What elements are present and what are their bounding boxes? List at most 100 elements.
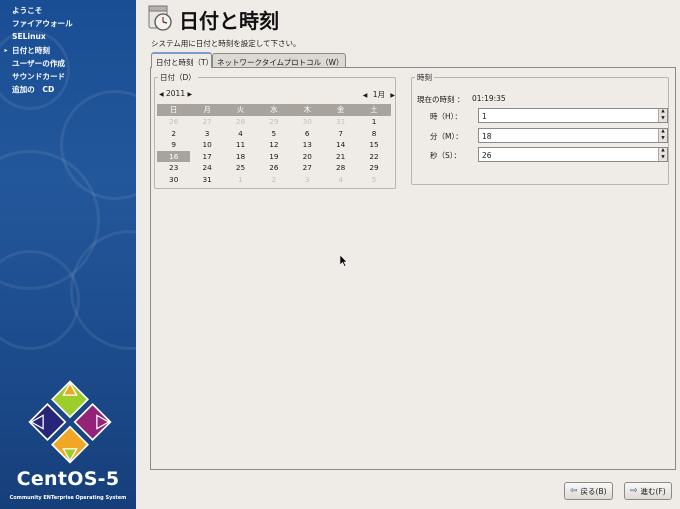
calendar-week-row: 30 31 1 2 3 4 5 bbox=[157, 174, 391, 186]
calendar-day[interactable]: 2 bbox=[157, 129, 190, 138]
calendar-day[interactable]: 21 bbox=[324, 152, 357, 161]
time-frame: 時刻 現在の時刻 ： 01:19:35 時（H）： 1 ▲ ▼ 分（M）： 18 … bbox=[411, 72, 669, 185]
weekday-label: 土 bbox=[370, 105, 378, 114]
sidebar-step-label: ファイアウォール bbox=[12, 19, 73, 29]
hour-spinbutton[interactable]: 1 ▲ ▼ bbox=[478, 108, 668, 123]
calendar-year: 2011 bbox=[166, 89, 186, 98]
minute-spinbutton[interactable]: 18 ▲ ▼ bbox=[478, 128, 668, 143]
sidebar-step: ファイアウォール bbox=[0, 17, 136, 30]
sidebar-step: ユーザーの作成 bbox=[0, 57, 136, 70]
minute-label: 分（M）： bbox=[430, 132, 463, 141]
calendar-day[interactable]: 4 bbox=[224, 129, 257, 138]
centos-logo-icon bbox=[28, 380, 112, 464]
calendar-day[interactable]: 31 bbox=[190, 175, 223, 184]
calendar-day[interactable]: 19 bbox=[257, 152, 290, 161]
prev-month-icon[interactable]: ◀ bbox=[363, 92, 368, 99]
calendar-day[interactable]: 27 bbox=[291, 163, 324, 172]
spin-down-icon[interactable]: ▼ bbox=[659, 155, 667, 162]
back-button[interactable]: ⇦ 戻る(B) bbox=[564, 482, 613, 500]
calendar-week-row: 2345678 bbox=[157, 128, 391, 140]
calendar-day[interactable]: 24 bbox=[190, 163, 223, 172]
sidebar-step: ようこそ bbox=[0, 4, 136, 17]
calendar-day[interactable]: 5 bbox=[257, 129, 290, 138]
weekday-label: 月 bbox=[203, 105, 211, 114]
sidebar-step-label: 日付と時刻 bbox=[12, 45, 50, 55]
step-list: ようこそファイアウォール SELinux ▸ 日付と時刻ユーザーの作成 サウンドカード追… bbox=[0, 4, 136, 96]
calendar-day[interactable]: 4 bbox=[324, 175, 357, 184]
tab-panel: 日付（D） ◀ 2011 ▶ ◀ 1月 ▶ 日月火水木金土 26 27 28 29 30 3… bbox=[150, 67, 676, 470]
sidebar-step: SELinux bbox=[0, 30, 136, 43]
next-button-label: 進む(F) bbox=[640, 486, 666, 496]
calendar-day-selected[interactable]: 16 bbox=[157, 150, 191, 162]
tab-date-time[interactable]: 日付と時刻（T） bbox=[151, 52, 213, 68]
page-description: システム用に日付と時刻を設定して下さい。 bbox=[151, 39, 301, 48]
calendar-day[interactable]: 3 bbox=[190, 129, 223, 138]
weekday-header-row: 日月火水木金土 bbox=[157, 104, 391, 116]
calendar-day[interactable]: 22 bbox=[357, 152, 390, 161]
calendar-day[interactable]: 28 bbox=[324, 163, 357, 172]
sidebar-step: 追加の CD bbox=[0, 83, 136, 96]
calendar-header: ◀ 2011 ▶ ◀ 1月 ▶ bbox=[159, 89, 395, 101]
calendar-day[interactable]: 12 bbox=[257, 140, 290, 149]
calendar-day[interactable]: 30 bbox=[157, 175, 190, 184]
weekday-label: 日 bbox=[170, 105, 178, 114]
calendar-day[interactable]: 7 bbox=[324, 129, 357, 138]
calendar-day[interactable]: 29 bbox=[357, 163, 390, 172]
spin-down-icon[interactable]: ▼ bbox=[659, 116, 667, 123]
calendar-day[interactable]: 26 bbox=[157, 117, 190, 126]
calendar-day[interactable]: 1 bbox=[357, 117, 390, 126]
sidebar-step: ▸ 日付と時刻 bbox=[0, 44, 136, 57]
calendar-day[interactable]: 17 bbox=[190, 152, 223, 161]
calendar-day[interactable]: 10 bbox=[190, 140, 223, 149]
arrow-left-icon: ⇦ bbox=[570, 486, 578, 496]
firstboot-sidebar: ようこそファイアウォール SELinux ▸ 日付と時刻ユーザーの作成 サウンドカード追… bbox=[0, 0, 136, 509]
second-spinbutton[interactable]: 26 ▲ ▼ bbox=[478, 147, 668, 162]
next-year-icon[interactable]: ▶ bbox=[188, 91, 193, 98]
next-button[interactable]: ⇨ 進む(F) bbox=[624, 482, 672, 500]
calendar-day[interactable]: 27 bbox=[190, 117, 223, 126]
calendar-day[interactable]: 26 bbox=[257, 163, 290, 172]
logo-wordmark: CentOS-5 bbox=[16, 468, 120, 490]
calendar-day[interactable]: 28 bbox=[224, 117, 257, 126]
calendar-week-row: 26 27 28 29 30 31 1 bbox=[157, 116, 391, 128]
page-title: 日付と時刻 bbox=[179, 9, 279, 33]
calendar-day[interactable]: 1 bbox=[224, 175, 257, 184]
weekday-label: 金 bbox=[337, 105, 345, 114]
calendar-day[interactable]: 13 bbox=[291, 140, 324, 149]
calendar-day[interactable]: 9 bbox=[157, 140, 190, 149]
calendar-day[interactable]: 25 bbox=[224, 163, 257, 172]
second-label: 秒（S）： bbox=[430, 151, 462, 160]
sidebar-step-label: 追加の CD bbox=[12, 85, 55, 95]
calendar-day[interactable]: 5 bbox=[357, 175, 390, 184]
calendar-day[interactable]: 6 bbox=[291, 129, 324, 138]
back-button-label: 戻る(B) bbox=[580, 486, 607, 496]
calendar-day[interactable]: 23 bbox=[157, 163, 190, 172]
hour-value: 1 bbox=[482, 112, 487, 121]
calendar-day[interactable]: 11 bbox=[224, 140, 257, 149]
arrow-right-icon: ⇨ bbox=[630, 486, 638, 496]
calendar-day[interactable]: 20 bbox=[291, 152, 324, 161]
next-month-icon[interactable]: ▶ bbox=[390, 92, 395, 99]
calendar-day[interactable]: 14 bbox=[324, 140, 357, 149]
calendar-grid[interactable]: 日月火水木金土 26 27 28 29 30 31 1 2 3 4 5 6 7 8 9 10 11 12 13 14 15… bbox=[157, 104, 391, 185]
tab-ntp[interactable]: ネットワークタイムプロトコル（W） bbox=[212, 53, 346, 68]
current-step-arrow-icon: ▸ bbox=[4, 46, 8, 54]
logo-tagline: Community ENTerprise Operating System bbox=[9, 495, 127, 501]
weekday-label: 水 bbox=[270, 105, 278, 114]
calendar-day[interactable]: 31 bbox=[324, 117, 357, 126]
calendar-day[interactable]: 18 bbox=[224, 152, 257, 161]
second-value: 26 bbox=[482, 151, 492, 160]
calendar-day[interactable]: 3 bbox=[291, 175, 324, 184]
weekday-label: 木 bbox=[303, 105, 311, 114]
spin-down-icon[interactable]: ▼ bbox=[659, 136, 667, 143]
prev-year-icon[interactable]: ◀ bbox=[159, 91, 164, 98]
calendar-day[interactable]: 30 bbox=[291, 117, 324, 126]
calendar-day[interactable]: 8 bbox=[357, 129, 390, 138]
hour-label: 時（H）： bbox=[430, 112, 462, 121]
date-frame-label: 日付（D） bbox=[160, 73, 196, 82]
sidebar-step-label: SELinux bbox=[12, 32, 46, 42]
sidebar-step: サウンドカード bbox=[0, 70, 136, 83]
calendar-day[interactable]: 2 bbox=[257, 175, 290, 184]
calendar-day[interactable]: 29 bbox=[257, 117, 290, 126]
calendar-day[interactable]: 15 bbox=[357, 140, 390, 149]
